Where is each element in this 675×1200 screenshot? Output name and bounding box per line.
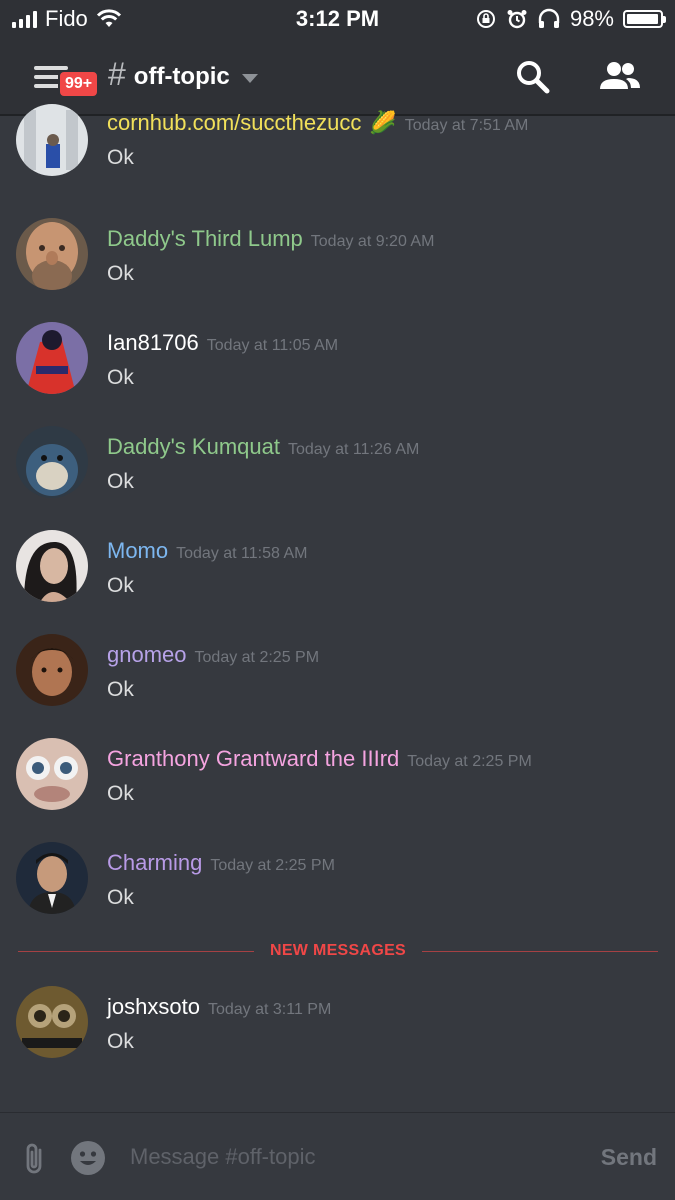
message-composer: Send [0,1112,675,1200]
username[interactable]: Daddy's Kumquat [107,434,280,460]
avatar[interactable] [16,530,88,602]
timestamp: Today at 2:25 PM [210,857,335,874]
emoji-icon[interactable] [70,1140,106,1176]
message-text: Ok [107,146,134,169]
message-item[interactable]: Momo Today at 11:58 AM Ok [0,530,675,610]
message-header: Momo Today at 11:58 AM [107,538,307,564]
alarm-icon [507,10,527,29]
username[interactable]: joshxsoto [107,994,200,1020]
message-header: Charming Today at 2:25 PM [107,850,335,876]
message-header: Daddy's Kumquat Today at 11:26 AM [107,434,419,460]
message-text: Ok [107,262,134,285]
message-text: Ok [107,1030,134,1053]
username[interactable]: gnomeo [107,642,187,668]
message-item[interactable]: Ian81706 Today at 11:05 AM Ok [0,322,675,402]
message-item[interactable]: Daddy's Kumquat Today at 11:26 AM Ok [0,426,675,506]
message-text: Ok [107,470,134,493]
attachment-icon[interactable] [20,1141,48,1177]
timestamp: Today at 11:05 AM [206,337,339,354]
battery-fill [627,14,659,24]
menu-button[interactable]: 99+ [34,60,100,104]
username[interactable]: Charming [107,850,202,876]
send-button[interactable]: Send [601,1144,657,1171]
message-text: Ok [107,574,134,597]
hash-icon: # [108,56,126,92]
username[interactable]: Ian81706 [107,330,199,356]
timestamp: Today at 3:11 PM [207,1001,332,1018]
avatar[interactable] [16,738,88,810]
username[interactable]: Momo [107,538,168,564]
message-item[interactable]: Granthony Grantward the IIIrd Today at 2… [0,738,675,818]
timestamp: Today at 9:20 AM [310,233,435,250]
message-header: Granthony Grantward the IIIrd Today at 2… [107,746,532,772]
avatar[interactable] [16,634,88,706]
battery-icon [623,10,666,28]
avatar[interactable] [16,104,88,176]
timestamp: Today at 2:25 PM [194,649,320,666]
new-messages-divider: NEW MESSAGES [18,940,658,960]
corn-emoji: 🌽 [369,110,397,135]
username[interactable]: Daddy's Third Lump [107,226,303,252]
battery-percent: 98% [569,6,614,31]
message-item[interactable]: Charming Today at 2:25 PM Ok [0,842,675,922]
timestamp: Today at 11:26 AM [287,441,420,458]
message-item[interactable]: cornhub.com/succthezucc 🌽 Today at 7:51 … [0,104,675,184]
timestamp: Today at 2:25 PM [407,753,532,770]
message-text: Ok [107,782,134,805]
message-item[interactable]: joshxsoto Today at 3:11 PM Ok [0,986,675,1066]
username[interactable]: Granthony Grantward the IIIrd [107,746,399,772]
avatar[interactable] [16,322,88,394]
timestamp: Today at 7:51 AM [404,117,529,134]
username[interactable]: cornhub.com/succthezucc [107,110,361,136]
avatar[interactable] [16,426,88,498]
headphones-icon [538,8,560,28]
message-header: Daddy's Third Lump Today at 9:20 AM [107,226,434,252]
status-right: 98% [475,6,666,32]
channel-name: off-topic [133,62,230,90]
message-text: Ok [107,366,134,389]
chevron-down-icon [241,74,258,83]
status-bar: Fido 3:12 PM 98% [0,0,675,40]
unread-badge: 99+ [58,70,100,98]
rotation-lock-icon [476,10,495,28]
new-messages-label: NEW MESSAGES [269,942,407,959]
avatar[interactable] [16,218,88,290]
avatar[interactable] [16,986,88,1058]
message-text: Ok [107,886,134,909]
avatar[interactable] [16,842,88,914]
message-item[interactable]: Daddy's Third Lump Today at 9:20 AM Ok [0,218,675,298]
message-header: cornhub.com/succthezucc 🌽 Today at 7:51 … [107,110,528,136]
channel-title[interactable]: # off-topic [108,56,258,93]
members-icon[interactable] [598,58,642,96]
message-header: Ian81706 Today at 11:05 AM [107,330,338,356]
message-item[interactable]: gnomeo Today at 2:25 PM Ok [0,634,675,714]
search-icon[interactable] [514,58,552,96]
message-header: gnomeo Today at 2:25 PM [107,642,319,668]
message-input[interactable] [120,1137,580,1177]
message-header: joshxsoto Today at 3:11 PM [107,994,331,1020]
message-text: Ok [107,678,134,701]
timestamp: Today at 11:58 AM [176,545,308,562]
